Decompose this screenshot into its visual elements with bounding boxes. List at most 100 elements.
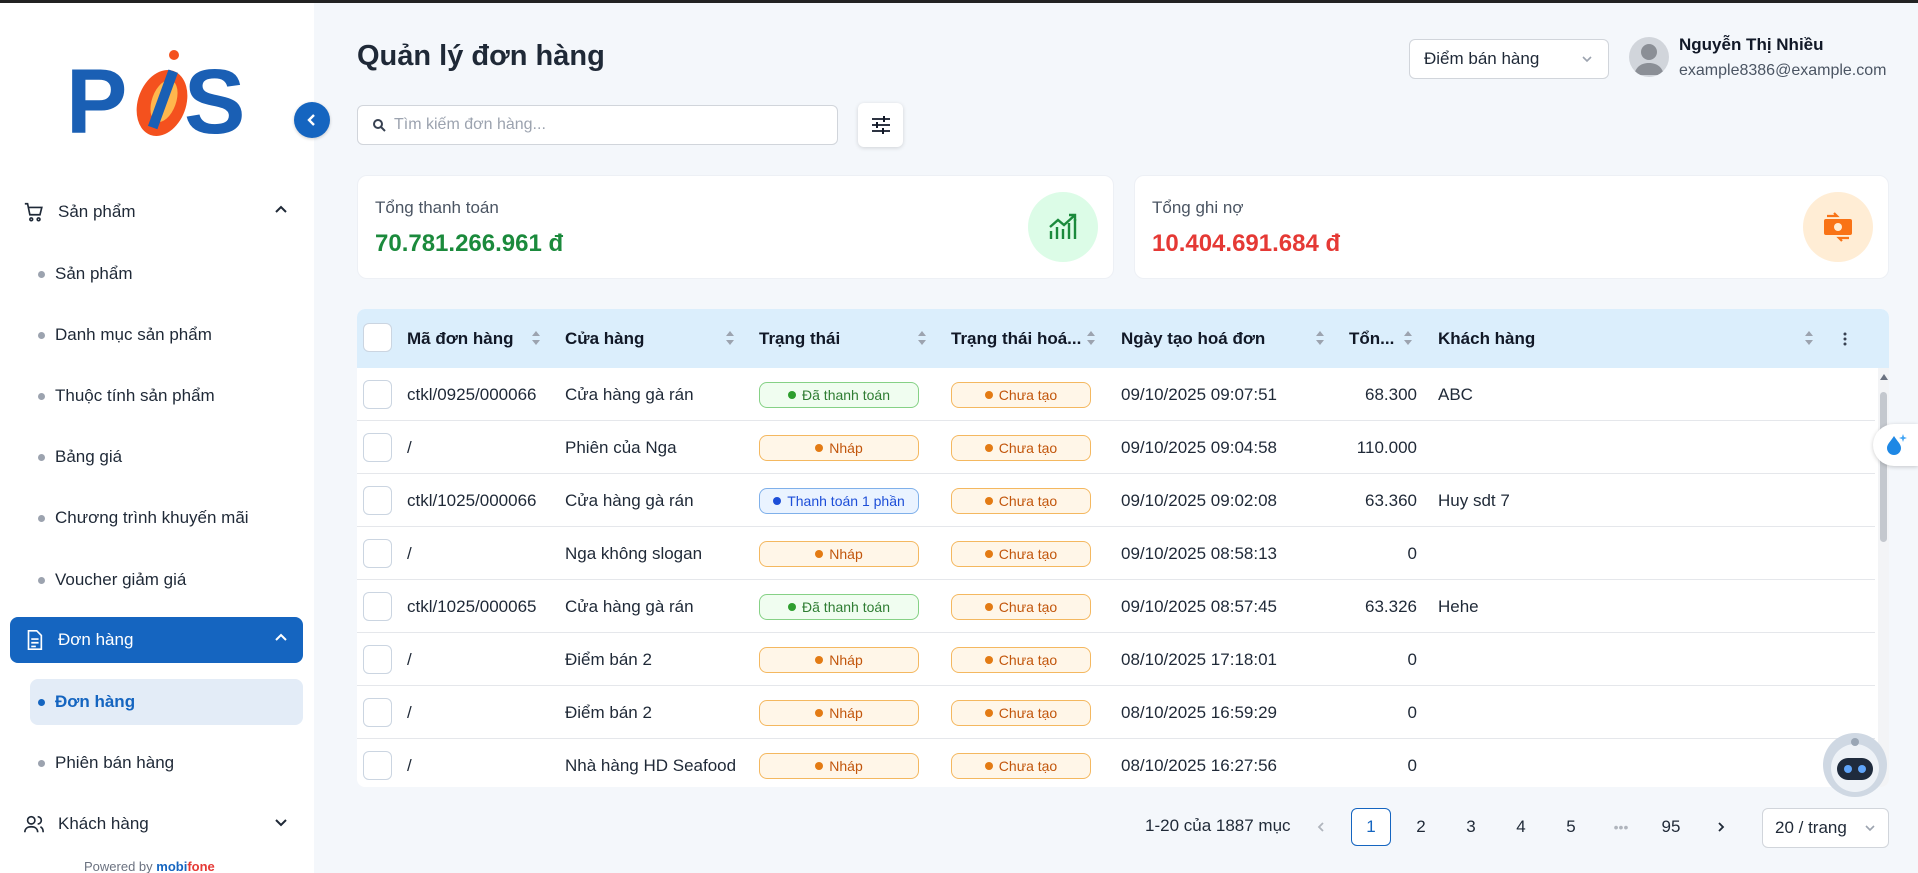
sidebar-item-categories[interactable]: Danh mục sản phẩm — [30, 312, 303, 358]
row-checkbox[interactable] — [363, 698, 392, 727]
page-button-2[interactable]: 2 — [1401, 808, 1441, 846]
chevron-up-icon — [273, 630, 289, 651]
sidebar-item-label: Phiên bán hàng — [55, 753, 175, 772]
sidebar-group-orders[interactable]: Đơn hàng — [10, 617, 303, 663]
scroll-up-arrow-icon[interactable] — [1880, 374, 1888, 380]
trending-up-icon — [1028, 192, 1098, 262]
column-header-status[interactable]: Trạng thái — [759, 309, 840, 368]
column-header-invoice-date[interactable]: Ngày tạo hoá đơn — [1121, 309, 1265, 368]
table-row[interactable]: / Nhà hàng HD Seafood Nháp Chưa tạo 08/10/20… — [357, 739, 1875, 787]
filter-settings-button[interactable] — [858, 103, 903, 147]
table-row[interactable]: / Điểm bán 2 Nháp Chưa tạo 08/10/2025 17:18:… — [357, 633, 1875, 686]
page-ellipsis[interactable]: ••• — [1601, 808, 1641, 846]
cell-order-code[interactable]: ctkl/0925/000066 — [407, 368, 537, 421]
status-badge-label: Thanh toán 1 phần — [787, 493, 905, 509]
column-header-invoice-status[interactable]: Trạng thái hoá... — [951, 309, 1081, 368]
sidebar-item-price-list[interactable]: Bảng giá — [30, 434, 303, 480]
stat-label: Tổng ghi nợ — [1152, 198, 1244, 217]
invoice-status-badge: Chưa tạo — [951, 488, 1091, 514]
status-badge: Đã thanh toán — [759, 382, 919, 408]
sidebar-item-orders[interactable]: Đơn hàng — [30, 679, 303, 725]
status-badge-label: Nháp — [829, 758, 863, 774]
page-button-5[interactable]: 5 — [1551, 808, 1591, 846]
row-checkbox[interactable] — [363, 645, 392, 674]
avatar[interactable] — [1629, 37, 1669, 77]
sort-icon[interactable] — [531, 330, 541, 346]
row-checkbox[interactable] — [363, 592, 392, 621]
chevron-down-icon — [1582, 56, 1592, 63]
cell-order-code[interactable]: / — [407, 527, 412, 580]
page-button-4[interactable]: 4 — [1501, 808, 1541, 846]
sidebar-item-attributes[interactable]: Thuộc tính sản phẩm — [30, 373, 303, 419]
status-badge: Thanh toán 1 phần — [759, 488, 919, 514]
bullet-icon — [38, 576, 45, 584]
status-dot-icon — [815, 444, 824, 452]
cell-order-code[interactable]: ctkl/1025/000066 — [407, 474, 537, 527]
table-row[interactable]: ctkl/1025/000065 Cửa hàng gà rán Đã thanh … — [357, 580, 1875, 633]
sidebar-item-vouchers[interactable]: Voucher giảm giá — [30, 557, 303, 603]
cell-total: 68.300 — [1365, 384, 1417, 404]
column-header-customer[interactable]: Khách hàng — [1438, 309, 1535, 368]
status-badge: Đã thanh toán — [759, 594, 919, 620]
chatbot-robot-icon[interactable] — [1820, 730, 1890, 800]
sort-icon[interactable] — [1804, 330, 1814, 346]
cell-store: Phiên của Nga — [565, 437, 677, 457]
sort-icon[interactable] — [725, 330, 735, 346]
cell-store: Điểm bán 2 — [565, 649, 652, 669]
column-header-order-code[interactable]: Mã đơn hàng — [407, 309, 514, 368]
invoice-status-badge: Chưa tạo — [951, 541, 1091, 567]
status-dot-icon — [984, 444, 993, 452]
page-button-last[interactable]: 95 — [1651, 808, 1691, 846]
prev-page-button[interactable] — [1301, 808, 1341, 846]
status-dot-icon — [815, 709, 824, 717]
sidebar-item-promotions[interactable]: Chương trình khuyến mãi — [30, 495, 303, 541]
bullet-icon — [38, 698, 45, 706]
cell-order-code[interactable]: ctkl/1025/000065 — [407, 580, 537, 633]
cell-store: Cửa hàng gà rán — [565, 596, 694, 616]
svg-text:P: P — [66, 51, 127, 145]
sidebar-group-products[interactable]: Sản phẩm — [10, 189, 303, 235]
page-button-3[interactable]: 3 — [1451, 808, 1491, 846]
table-row[interactable]: / Phiên của Nga Nháp Chưa tạo 09/10/2025 09:… — [357, 421, 1875, 474]
next-page-button[interactable] — [1701, 808, 1741, 846]
column-header-store[interactable]: Cửa hàng — [565, 309, 644, 368]
column-header-total[interactable]: Tổn... — [1349, 309, 1394, 368]
status-badge-label: Đã thanh toán — [802, 387, 890, 403]
table-row[interactable]: ctkl/0925/000066 Cửa hàng gà rán Đã thanh … — [357, 368, 1875, 421]
store-select[interactable]: Điểm bán hàng — [1409, 39, 1609, 79]
sort-icon[interactable] — [1403, 330, 1413, 346]
cell-order-code[interactable]: / — [407, 739, 412, 787]
ai-assistant-button[interactable] — [1873, 424, 1918, 466]
row-checkbox[interactable] — [363, 751, 392, 780]
sort-icon[interactable] — [917, 330, 927, 346]
scrollbar-thumb[interactable] — [1880, 392, 1887, 542]
sidebar-group-customers[interactable]: Khách hàng — [10, 801, 303, 847]
page-size-select[interactable]: 20 / trang — [1762, 808, 1889, 848]
sidebar-collapse-button[interactable] — [294, 102, 330, 138]
sort-icon[interactable] — [1086, 330, 1096, 346]
table-row[interactable]: / Nga không slogan Nháp Chưa tạo 09/10/2025 … — [357, 527, 1875, 580]
sidebar-item-sales-sessions[interactable]: Phiên bán hàng — [30, 740, 303, 786]
status-badge-label: Nháp — [829, 440, 863, 456]
status-badge-label: Nháp — [829, 705, 863, 721]
search-input[interactable] — [394, 116, 814, 134]
invoice-status-label: Chưa tạo — [998, 493, 1058, 509]
cell-order-code[interactable]: / — [407, 686, 412, 739]
sort-icon[interactable] — [1315, 330, 1325, 346]
row-checkbox[interactable] — [363, 539, 392, 568]
page-button-1[interactable]: 1 — [1351, 808, 1391, 846]
table-row[interactable]: / Điểm bán 2 Nháp Chưa tạo 08/10/2025 16:59:… — [357, 686, 1875, 739]
row-checkbox[interactable] — [363, 486, 392, 515]
cell-order-code[interactable]: / — [407, 421, 412, 474]
row-checkbox[interactable] — [363, 380, 392, 409]
column-settings-icon[interactable] — [1842, 331, 1848, 347]
sidebar-item-products[interactable]: Sản phẩm — [30, 251, 303, 297]
cell-customer: ABC — [1438, 384, 1473, 404]
money-exchange-icon — [1803, 192, 1873, 262]
chevron-left-icon — [307, 114, 315, 126]
select-all-checkbox[interactable] — [363, 323, 392, 352]
row-checkbox[interactable] — [363, 433, 392, 462]
cell-order-code[interactable]: / — [407, 633, 412, 686]
table-row[interactable]: ctkl/1025/000066 Cửa hàng gà rán Thanh toá… — [357, 474, 1875, 527]
status-dot-icon — [984, 762, 993, 770]
